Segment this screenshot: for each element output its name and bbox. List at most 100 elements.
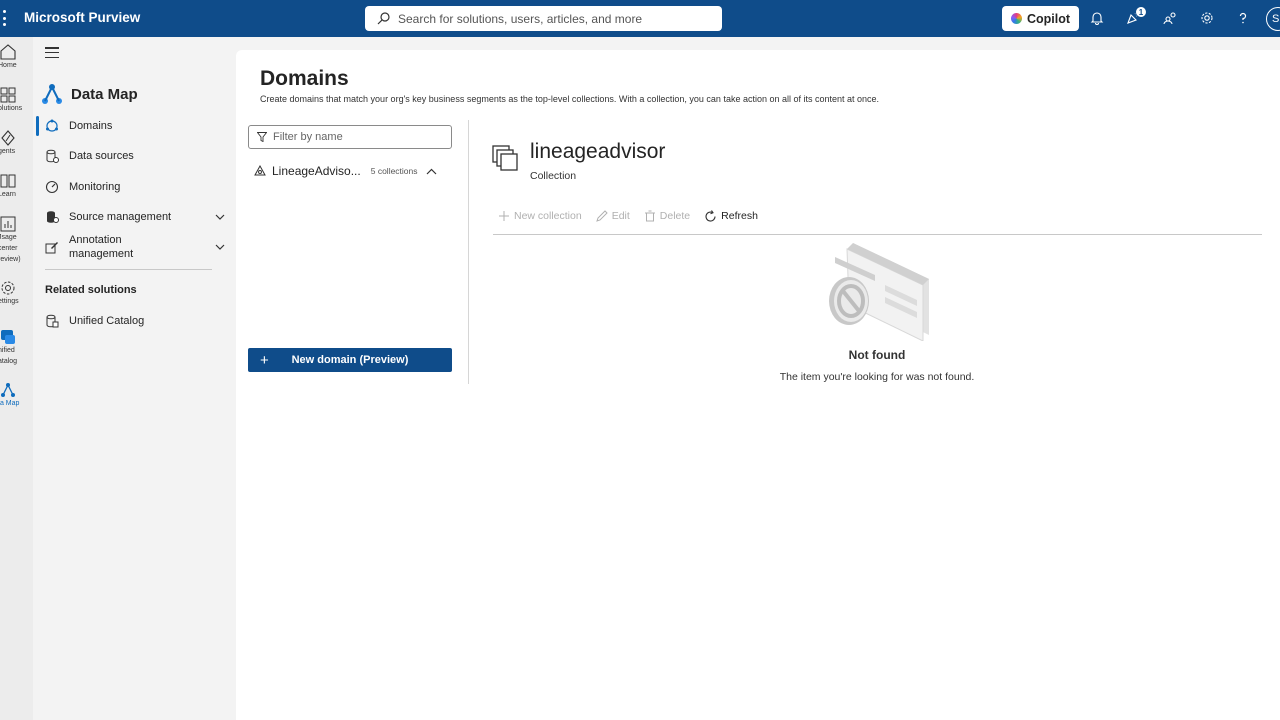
- rail-item-home[interactable]: Home: [0, 44, 33, 71]
- catalog-icon: [45, 314, 59, 328]
- not-found-illustration: [829, 243, 929, 341]
- gauge-icon: [45, 180, 59, 194]
- rail-label: Learn: [0, 191, 16, 198]
- chevron-down-icon[interactable]: [215, 214, 225, 220]
- domain-list-item[interactable]: LineageAdviso... 5 collections: [254, 164, 444, 178]
- nav-panel: Data Map Domains Data sources Monitoring…: [33, 37, 236, 720]
- nav-item-label: Domains: [69, 120, 113, 132]
- nav-item-annotation-management[interactable]: Annotation management: [45, 233, 225, 261]
- data-map-icon: [1, 383, 15, 397]
- source-management-icon: [45, 210, 59, 224]
- app-launcher-icon[interactable]: [2, 10, 6, 26]
- refresh-icon: [704, 209, 717, 223]
- delete-label: Delete: [659, 210, 691, 222]
- gear-icon[interactable]: [1198, 9, 1216, 27]
- search-input[interactable]: [398, 11, 698, 26]
- agents-icon: [1, 130, 15, 146]
- copilot-label: Copilot: [1026, 11, 1071, 26]
- collection-title: lineageadvisor: [530, 140, 666, 163]
- chevron-down-icon[interactable]: [215, 244, 225, 250]
- global-search[interactable]: [365, 6, 722, 31]
- new-domain-label: New domain (Preview): [291, 354, 409, 366]
- trash-icon: [644, 210, 656, 222]
- home-icon: [0, 44, 16, 60]
- rail-label: ta Map: [0, 400, 20, 407]
- collection-icon: [492, 145, 518, 171]
- plus-icon: +: [260, 352, 269, 369]
- collection-count: 5 collections: [370, 166, 418, 176]
- nav-item-domains[interactable]: Domains: [36, 116, 225, 136]
- apps-grid-icon: [0, 87, 16, 103]
- nav-item-label: Monitoring: [69, 181, 121, 193]
- database-icon: [45, 149, 59, 163]
- rail-label: Jsage center review): [0, 234, 21, 263]
- annotation-icon: [45, 240, 59, 254]
- rail-item-data-map[interactable]: ta Map: [0, 382, 33, 409]
- gear-icon: [1, 281, 15, 295]
- help-icon[interactable]: [1234, 9, 1252, 27]
- empty-state-title: Not found: [848, 348, 906, 362]
- collection-subtitle: Collection: [530, 170, 577, 182]
- collection-toolbar: New collection Edit Delete Refresh: [498, 208, 772, 224]
- refresh-label: Refresh: [721, 210, 758, 222]
- nav-divider: [45, 269, 212, 270]
- nav-title: Data Map: [71, 85, 138, 103]
- filter-icon: [257, 132, 267, 142]
- top-bar: Microsoft Purview Copilot 1 S: [0, 0, 1280, 37]
- search-icon: [377, 12, 390, 25]
- app-title[interactable]: Microsoft Purview: [24, 10, 140, 25]
- new-collection-button[interactable]: New collection: [498, 210, 582, 222]
- page-title: Domains: [260, 67, 349, 90]
- edit-button[interactable]: Edit: [595, 210, 630, 222]
- copilot-logo-icon: [1010, 13, 1022, 24]
- rail-label: gents: [0, 148, 16, 155]
- rail-item-learn[interactable]: Learn: [0, 173, 33, 200]
- rail-item-agents[interactable]: gents: [0, 130, 33, 157]
- empty-state-description: The item you're looking for was not foun…: [779, 371, 975, 383]
- hamburger-icon[interactable]: [45, 47, 59, 58]
- copilot-button[interactable]: Copilot: [1002, 6, 1079, 31]
- rail-label: olutions: [0, 105, 23, 112]
- new-collection-label: New collection: [514, 210, 582, 222]
- delete-button[interactable]: Delete: [644, 210, 690, 222]
- edit-label: Edit: [611, 210, 630, 222]
- pane-divider: [468, 120, 469, 384]
- rail-label: Home: [0, 62, 17, 69]
- rail-label: ettings: [0, 298, 19, 305]
- plus-icon: [498, 210, 510, 222]
- related-solutions-heading: Related solutions: [45, 284, 137, 296]
- domain-name: LineageAdviso...: [272, 164, 361, 178]
- nav-item-unified-catalog[interactable]: Unified Catalog: [45, 314, 225, 328]
- nav-item-monitoring[interactable]: Monitoring: [45, 180, 225, 194]
- new-domain-button[interactable]: + New domain (Preview): [248, 348, 452, 372]
- refresh-button[interactable]: Refresh: [704, 209, 758, 223]
- nav-header: Data Map: [41, 83, 138, 105]
- nav-item-label: Annotation management: [69, 234, 134, 260]
- main-content: Domains Create domains that match your o…: [236, 50, 1280, 720]
- book-icon: [0, 174, 16, 188]
- page-description: Create domains that match your org's key…: [260, 94, 880, 104]
- rail-item-unified-catalog[interactable]: nified atalog: [0, 329, 33, 367]
- nav-item-label: Data sources: [69, 150, 134, 162]
- chevron-up-icon[interactable]: [426, 168, 437, 175]
- catalog-icon: [1, 330, 15, 344]
- bell-icon[interactable]: [1088, 9, 1106, 27]
- domains-icon: [45, 119, 59, 133]
- nav-item-label: Unified Catalog: [69, 315, 145, 327]
- rail-item-usage-center[interactable]: Jsage center review): [0, 216, 33, 265]
- avatar[interactable]: S: [1266, 7, 1280, 31]
- notification-badge: 1: [1135, 6, 1147, 18]
- filter-box[interactable]: [248, 125, 452, 149]
- nav-item-label: Source management: [69, 211, 172, 223]
- rail-label: nified atalog: [0, 347, 18, 365]
- domain-icon: [254, 165, 266, 176]
- chart-icon: [0, 216, 16, 232]
- nav-item-source-management[interactable]: Source management: [45, 210, 225, 224]
- app-rail: Home olutions gents Learn Jsage center r…: [0, 37, 33, 720]
- nav-item-data-sources[interactable]: Data sources: [45, 149, 225, 163]
- filter-input[interactable]: [273, 131, 443, 143]
- rail-item-solutions[interactable]: olutions: [0, 87, 33, 114]
- people-icon[interactable]: [1161, 9, 1179, 27]
- data-map-icon: [42, 84, 62, 104]
- rail-item-settings[interactable]: ettings: [0, 280, 33, 307]
